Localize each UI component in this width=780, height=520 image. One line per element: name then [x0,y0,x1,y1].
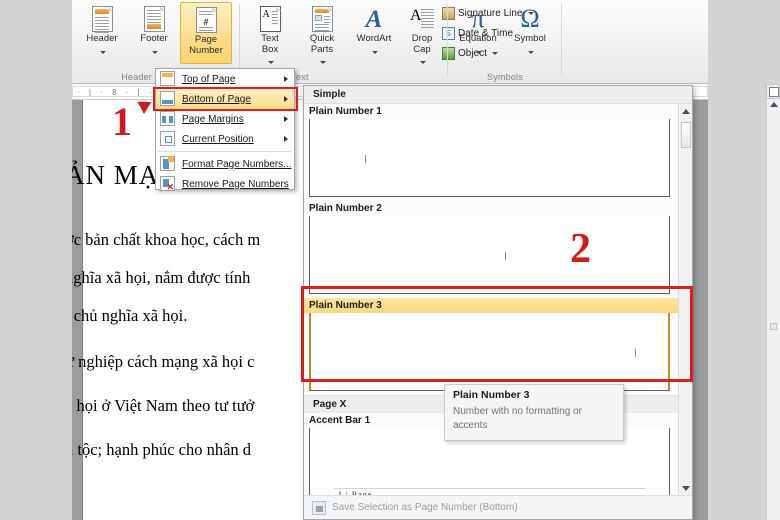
tooltip-body: Number with no formatting or accents [453,406,582,431]
equation-icon: π [452,2,504,32]
left-backdrop [0,0,72,520]
menu-item-label: Current Position [182,133,254,145]
page-number-gallery[interactable]: Simple Plain Number 1 Plain Number 2 Pla… [303,85,693,520]
annotation-marker-2: 2 [570,226,591,272]
accent-bar-line [334,488,645,489]
header-button[interactable]: Header [76,2,128,64]
gallery-vertical-scrollbar[interactable] [678,104,692,495]
gallery-footer[interactable]: Save Selection as Page Number (Bottom) [304,495,692,519]
save-selection-icon [312,500,326,515]
annotation-marker-1: 1 [112,99,132,144]
scroll-up-arrow-icon[interactable] [770,102,778,107]
chevron-right-icon [284,96,288,102]
document-line: ự nghiệp cách mạng xã họi c [72,352,255,371]
wordart-caret-icon[interactable] [372,50,378,54]
equation-button[interactable]: π Equation [452,2,504,64]
gallery-group-header-simple: Simple [304,86,692,104]
text-box-icon: A [244,2,296,32]
chevron-right-icon [284,76,288,82]
menu-item-page-margins[interactable]: Page Margins [156,109,294,129]
menu-item-label: Format Page Numbers... [182,158,292,170]
header-icon [76,2,128,33]
equation-caret-icon[interactable] [476,50,482,54]
top-of-page-icon [160,71,175,86]
text-box-button[interactable]: A Text Box [244,2,296,65]
symbol-icon: Ω [504,2,556,32]
menu-item-top-of-page[interactable]: Top of Page [156,69,294,89]
menu-item-bottom-of-page[interactable]: Bottom of Page [153,87,298,111]
page-number-label: Page Number [189,34,223,56]
text-box-caret-icon[interactable] [268,61,274,65]
page-margins-icon [160,111,175,126]
symbol-button[interactable]: Ω Symbol [504,2,556,64]
save-selection-label: Save Selection as Page Number (Bottom) [332,502,518,513]
document-line: ợc bản chất khoa học, cách m [72,230,261,249]
menu-item-label: Top of Page [182,73,236,85]
menu-item-label: Bottom of Page [182,93,251,105]
document-vertical-scrollbar[interactable] [766,99,780,520]
quick-parts-label: Quick Parts [309,33,335,55]
gallery-item-preview-plain-number-2[interactable] [309,216,670,294]
wordart-icon: A [365,6,383,33]
menu-separator [158,151,292,152]
quick-parts-button[interactable]: Quick Parts [296,2,348,65]
current-position-icon [160,131,175,146]
menu-item-label: Page Margins [182,113,244,125]
header-caret-icon[interactable] [100,50,106,54]
tooltip-title: Plain Number 3 [453,389,530,401]
tooltip-plain-number-3: Plain Number 3 Number with no formatting… [444,384,624,441]
document-line: i chủ nghĩa xã họi. [72,306,188,325]
gallery-item-label[interactable]: Plain Number 1 [304,104,678,119]
chevron-right-icon [284,136,288,142]
quick-parts-caret-icon[interactable] [320,61,326,65]
word-window: Header Footer # Page Number Header A Tex… [0,0,780,520]
remove-page-numbers-icon: ✕ [160,176,175,192]
format-page-numbers-icon [160,156,175,171]
chevron-right-icon [284,116,288,122]
symbol-caret-icon[interactable] [528,50,534,54]
gallery-item-preview-plain-number-3[interactable] [309,313,670,391]
text-box-label: Text Box [261,33,279,55]
text-cursor-icon [365,155,366,163]
gallery-scrollbar-thumb[interactable] [681,122,691,148]
drop-cap-caret-icon[interactable] [420,61,426,65]
menu-item-remove-page-numbers[interactable]: ✕ Remove Page Numbers [156,174,294,194]
bottom-of-page-icon [160,91,175,106]
menu-item-current-position[interactable]: Current Position [156,129,294,149]
pi-glyph: π [471,4,485,33]
ribbon-group-symbols: π Equation Ω Symbol Symbols [448,0,562,84]
equation-label: Equation [459,33,497,44]
text-cursor-icon [505,252,506,260]
page-number-icon: # [181,3,231,33]
gallery-item-preview-plain-number-1[interactable] [309,119,670,197]
document-line: nghĩa xã họi, nắm được tính [72,268,251,287]
document-line: n tộc; hạnh phúc cho nhân d [72,440,252,459]
scrollbar-thumb[interactable] [770,323,777,330]
document-line: ã họi ở Việt Nam theo tư tưở [72,396,255,415]
select-browse-object-button[interactable] [766,84,780,99]
gallery-scroll-down-button[interactable] [679,481,692,495]
page-number-dropdown-menu[interactable]: Top of Page Bottom of Page Page Margins … [153,68,298,192]
omega-glyph: Ω [520,4,540,33]
footer-caret-icon[interactable] [152,50,158,54]
group-separator [561,4,562,76]
menu-item-label: Remove Page Numbers [182,178,289,190]
gallery-item-label[interactable]: Plain Number 2 [304,201,678,216]
group-label-symbols: Symbols [487,72,523,82]
wordart-button[interactable]: A WordArt [348,2,400,64]
text-cursor-icon [635,349,636,357]
quick-parts-icon [296,2,348,32]
footer-icon [128,2,180,32]
menu-item-format-page-numbers[interactable]: Format Page Numbers... [156,154,294,174]
gallery-scroll-up-button[interactable] [679,104,692,118]
footer-button[interactable]: Footer [128,2,180,64]
gallery-item-label-selected[interactable]: Plain Number 3 [304,298,678,313]
page-number-button[interactable]: # Page Number [180,2,232,64]
